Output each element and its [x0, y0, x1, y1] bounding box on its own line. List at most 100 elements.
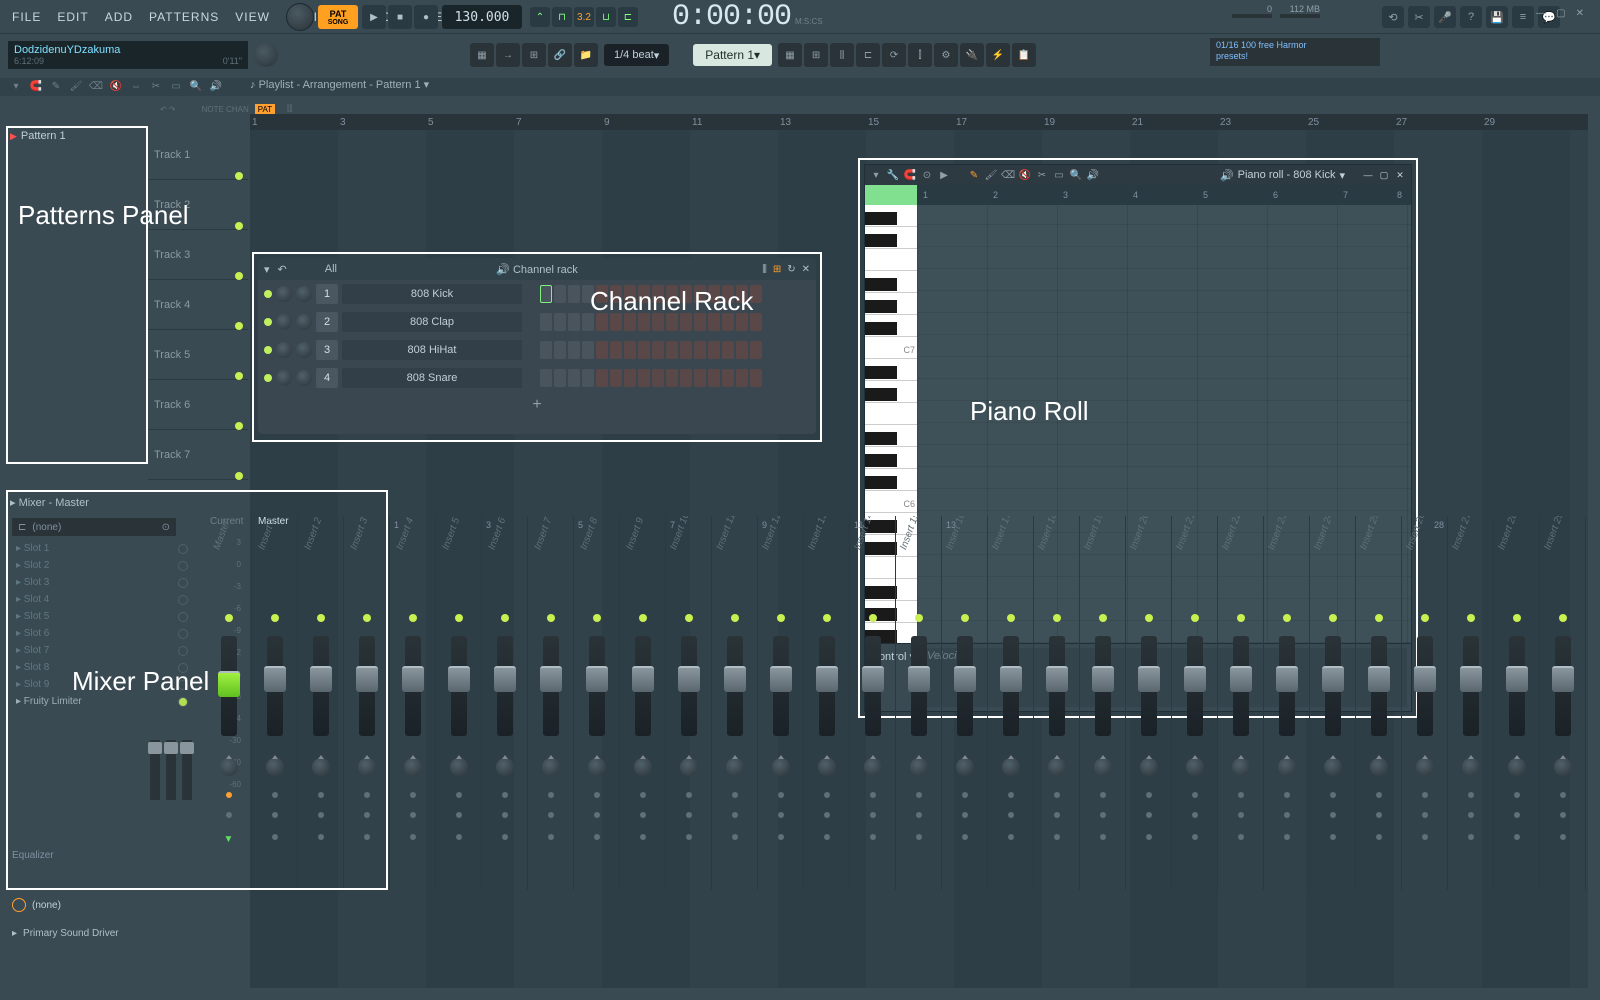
- mixer-route-dot[interactable]: [272, 834, 278, 840]
- mixer-fader-cap[interactable]: [816, 666, 838, 692]
- mixer-mute-led[interactable]: [639, 614, 647, 622]
- menu-file[interactable]: FILE: [4, 10, 49, 24]
- mixer-track[interactable]: Insert 17: [988, 516, 1034, 890]
- mixer-route-dot[interactable]: [1376, 834, 1382, 840]
- track-header[interactable]: Track 6: [148, 380, 248, 430]
- mixer-track[interactable]: Insert 9: [620, 516, 666, 890]
- step-button[interactable]: [638, 341, 650, 359]
- pr-magnet-icon[interactable]: 🧲: [903, 168, 917, 182]
- step-button[interactable]: [708, 369, 720, 387]
- channel-pan-knob[interactable]: [276, 314, 292, 330]
- pr-play-icon[interactable]: ▶: [937, 168, 951, 182]
- mixer-fx-enable[interactable]: [1422, 792, 1428, 798]
- channel-number[interactable]: 3: [316, 340, 338, 360]
- cr-view-icon[interactable]: ⊞: [773, 264, 781, 275]
- pr-paint-icon[interactable]: 🖌: [984, 168, 998, 182]
- mixer-mute-led[interactable]: [271, 614, 279, 622]
- step-button[interactable]: [568, 313, 580, 331]
- mixer-track[interactable]: Insert 1: [252, 516, 298, 890]
- mixer-pan-knob[interactable]: [1140, 758, 1158, 776]
- track-header[interactable]: Track 3: [148, 230, 248, 280]
- mixer-route-dot[interactable]: [410, 834, 416, 840]
- step-button[interactable]: [652, 369, 664, 387]
- step-button[interactable]: [736, 369, 748, 387]
- mixer-fader-cap[interactable]: [448, 666, 470, 692]
- pattern-selector[interactable]: Pattern 1 ▾: [693, 44, 772, 66]
- step-button[interactable]: [540, 369, 552, 387]
- mixer-mute-led[interactable]: [915, 614, 923, 622]
- channel-number[interactable]: 2: [316, 312, 338, 332]
- mixer-mute-led[interactable]: [777, 614, 785, 622]
- mixer-send-dot[interactable]: [548, 812, 554, 818]
- mixer-route-dot[interactable]: [1330, 834, 1336, 840]
- fx-slot[interactable]: ▸ Slot 2: [12, 557, 192, 574]
- mixer-fx-enable[interactable]: [732, 792, 738, 798]
- mixer-track[interactable]: Insert 16: [942, 516, 988, 890]
- step-button[interactable]: [540, 341, 552, 359]
- mixer-send-dot[interactable]: [364, 812, 370, 818]
- mixer-send-dot[interactable]: [686, 812, 692, 818]
- mixer-fx-enable[interactable]: [364, 792, 370, 798]
- channel-mute-led[interactable]: [264, 346, 272, 354]
- pr-draw-icon[interactable]: ✎: [967, 168, 981, 182]
- mixer-send-dot[interactable]: [1514, 812, 1520, 818]
- step-button[interactable]: [568, 285, 580, 303]
- pl-btn-7[interactable]: ⚙: [934, 43, 958, 67]
- mixer-track[interactable]: Insert 3: [344, 516, 390, 890]
- mixer-fx-enable[interactable]: [1146, 792, 1152, 798]
- close-button[interactable]: ✕: [1572, 6, 1588, 21]
- mixer-send-dot[interactable]: [870, 812, 876, 818]
- mixer-fader-cap[interactable]: [1552, 666, 1574, 692]
- step-button[interactable]: [708, 341, 720, 359]
- master-pitch-knob[interactable]: [254, 43, 278, 67]
- mixer-route-dot[interactable]: [1008, 834, 1014, 840]
- countdown-icon[interactable]: ⊓: [552, 7, 572, 27]
- mixer-fader-cap[interactable]: [862, 666, 884, 692]
- fx-slot[interactable]: ▸ Slot 4: [12, 591, 192, 608]
- mixer-track[interactable]: Master ▼: [206, 516, 252, 890]
- pr-tool-icon[interactable]: 🔧: [886, 168, 900, 182]
- mixer-route-dot[interactable]: [824, 834, 830, 840]
- track-header[interactable]: Track 7: [148, 430, 248, 480]
- channel-pan-knob[interactable]: [276, 342, 292, 358]
- mixer-fader-cap[interactable]: [402, 666, 424, 692]
- mixer-route-dot[interactable]: [1422, 834, 1428, 840]
- step-button[interactable]: [680, 341, 692, 359]
- mixer-pan-knob[interactable]: [266, 758, 284, 776]
- mixer-pan-knob[interactable]: [1002, 758, 1020, 776]
- mixer-mute-led[interactable]: [363, 614, 371, 622]
- step-button[interactable]: [540, 285, 552, 303]
- track-header[interactable]: Track 4: [148, 280, 248, 330]
- fx-slot-led[interactable]: [178, 578, 188, 588]
- mixer-pan-knob[interactable]: [1048, 758, 1066, 776]
- step-button[interactable]: [568, 369, 580, 387]
- time-display[interactable]: 0:00:00: [672, 0, 791, 34]
- track-header[interactable]: Track 1: [148, 130, 248, 180]
- pl-btn-6[interactable]: ⫿: [908, 43, 932, 67]
- loop-icon[interactable]: ⊔: [596, 7, 616, 27]
- mixer-send-dot[interactable]: [1100, 812, 1106, 818]
- mixer-fader-cap[interactable]: [218, 671, 240, 697]
- track-mute-led[interactable]: [235, 472, 243, 480]
- mixer-send-dot[interactable]: [410, 812, 416, 818]
- view-step-icon[interactable]: →: [496, 43, 520, 67]
- mixer-track[interactable]: Insert 15: [896, 516, 942, 890]
- pl-btn-4[interactable]: ⊏: [856, 43, 880, 67]
- step-button[interactable]: [750, 369, 762, 387]
- mixer-mute-led[interactable]: [1191, 614, 1199, 622]
- step-button[interactable]: [638, 369, 650, 387]
- mixer-send-dot[interactable]: [732, 812, 738, 818]
- mixer-send-dot[interactable]: [318, 812, 324, 818]
- stop-button[interactable]: ■: [388, 5, 412, 29]
- mixer-pan-knob[interactable]: [910, 758, 928, 776]
- cr-graph-icon[interactable]: ⫼: [762, 264, 767, 275]
- mixer-mute-led[interactable]: [1007, 614, 1015, 622]
- mixer-pan-knob[interactable]: [634, 758, 652, 776]
- white-key[interactable]: [865, 403, 917, 425]
- channel-number[interactable]: 1: [316, 284, 338, 304]
- cr-menu-icon[interactable]: ▾: [264, 263, 270, 276]
- mixer-send-dot[interactable]: [1284, 812, 1290, 818]
- mixer-mute-led[interactable]: [961, 614, 969, 622]
- pl-btn-3[interactable]: ⫼: [830, 43, 854, 67]
- channel-name[interactable]: 808 Kick: [342, 284, 522, 304]
